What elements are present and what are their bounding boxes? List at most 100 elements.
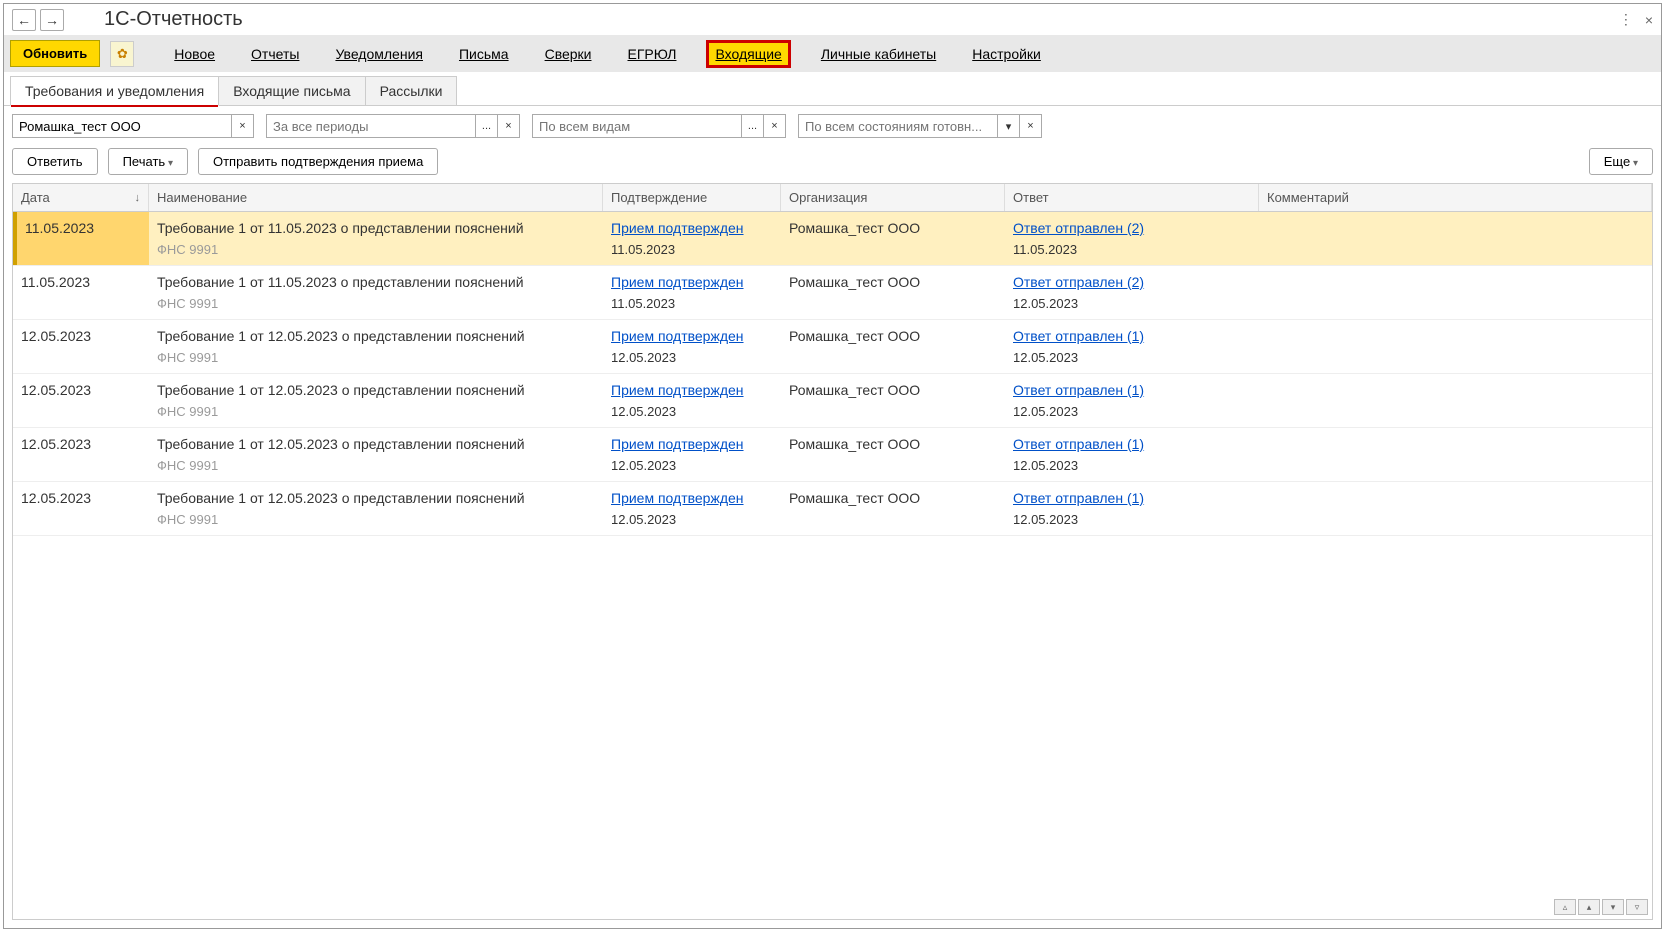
answer-link[interactable]: Ответ отправлен (2) bbox=[1013, 274, 1251, 290]
filter-status: ▾ × bbox=[798, 114, 1042, 138]
tab-incoming-letters[interactable]: Входящие письма bbox=[218, 76, 365, 105]
confirmation-date: 12.05.2023 bbox=[611, 458, 773, 477]
more-button[interactable]: Еще bbox=[1589, 148, 1653, 175]
nav-first-icon[interactable]: ▵ bbox=[1554, 899, 1576, 915]
app-window: ← → 1С-Отчетность ⋮ × Обновить ✿ Новое О… bbox=[3, 3, 1662, 929]
print-button[interactable]: Печать bbox=[108, 148, 188, 175]
title-actions: ⋮ × bbox=[1619, 11, 1653, 28]
menu-new[interactable]: Новое bbox=[168, 43, 221, 65]
answer-date: 12.05.2023 bbox=[1013, 296, 1251, 315]
status-filter-dropdown[interactable]: ▾ bbox=[998, 114, 1020, 138]
kind-filter-more[interactable]: ... bbox=[742, 114, 764, 138]
answer-link[interactable]: Ответ отправлен (2) bbox=[1013, 220, 1251, 236]
period-filter-more[interactable]: ... bbox=[476, 114, 498, 138]
answer-date: 12.05.2023 bbox=[1013, 458, 1251, 477]
table-row[interactable]: 12.05.2023 Требование 1 от 12.05.2023 о … bbox=[13, 482, 1652, 536]
cell-organization: Ромашка_тест ООО bbox=[781, 374, 1005, 427]
answer-date: 12.05.2023 bbox=[1013, 404, 1251, 423]
status-filter-clear[interactable]: × bbox=[1020, 114, 1042, 138]
confirmation-link[interactable]: Прием подтвержден bbox=[611, 220, 773, 236]
status-filter-input[interactable] bbox=[798, 114, 998, 138]
filter-kind: ... × bbox=[532, 114, 786, 138]
kind-filter-clear[interactable]: × bbox=[764, 114, 786, 138]
name-value: Требование 1 от 11.05.2023 о представлен… bbox=[157, 220, 595, 236]
table-row[interactable]: 12.05.2023 Требование 1 от 12.05.2023 о … bbox=[13, 428, 1652, 482]
confirmation-link[interactable]: Прием подтвержден bbox=[611, 382, 773, 398]
table-row[interactable]: 11.05.2023 Требование 1 от 11.05.2023 о … bbox=[13, 266, 1652, 320]
nav-up-icon[interactable]: ▴ bbox=[1578, 899, 1600, 915]
menu-settings[interactable]: Настройки bbox=[966, 43, 1047, 65]
answer-link[interactable]: Ответ отправлен (1) bbox=[1013, 328, 1251, 344]
answer-link[interactable]: Ответ отправлен (1) bbox=[1013, 436, 1251, 452]
cell-answer: Ответ отправлен (1) 12.05.2023 bbox=[1005, 482, 1259, 535]
cell-confirmation: Прием подтвержден 11.05.2023 bbox=[603, 212, 781, 265]
th-date[interactable]: Дата ↓ bbox=[13, 184, 149, 211]
confirmation-link[interactable]: Прием подтвержден bbox=[611, 274, 773, 290]
th-name[interactable]: Наименование bbox=[149, 184, 603, 211]
confirmation-link[interactable]: Прием подтвержден bbox=[611, 328, 773, 344]
period-filter-clear[interactable]: × bbox=[498, 114, 520, 138]
org-value: Ромашка_тест ООО bbox=[789, 436, 997, 452]
menu-reports[interactable]: Отчеты bbox=[245, 43, 305, 65]
cell-comment bbox=[1259, 374, 1652, 427]
th-answer[interactable]: Ответ bbox=[1005, 184, 1259, 211]
menu-incoming[interactable]: Входящие bbox=[706, 40, 790, 68]
reply-button[interactable]: Ответить bbox=[12, 148, 98, 175]
filter-organization: × bbox=[12, 114, 254, 138]
cell-organization: Ромашка_тест ООО bbox=[781, 482, 1005, 535]
th-comment[interactable]: Комментарий bbox=[1259, 184, 1652, 211]
sort-arrow-icon: ↓ bbox=[135, 192, 141, 204]
cell-answer: Ответ отправлен (1) 12.05.2023 bbox=[1005, 320, 1259, 373]
table-row[interactable]: 12.05.2023 Требование 1 от 12.05.2023 о … bbox=[13, 374, 1652, 428]
date-value: 11.05.2023 bbox=[21, 274, 141, 290]
period-filter-input[interactable] bbox=[266, 114, 476, 138]
refresh-button[interactable]: Обновить bbox=[10, 40, 100, 67]
tab-requirements[interactable]: Требования и уведомления bbox=[10, 76, 219, 106]
org-value: Ромашка_тест ООО bbox=[789, 328, 997, 344]
cell-name: Требование 1 от 12.05.2023 о представлен… bbox=[149, 374, 603, 427]
action-buttons-row: Ответить Печать Отправить подтверждения … bbox=[4, 146, 1661, 183]
answer-link[interactable]: Ответ отправлен (1) bbox=[1013, 382, 1251, 398]
menu-cabinets[interactable]: Личные кабинеты bbox=[815, 43, 942, 65]
confirmation-link[interactable]: Прием подтвержден bbox=[611, 490, 773, 506]
table-header: Дата ↓ Наименование Подтверждение Органи… bbox=[13, 184, 1652, 212]
answer-date: 12.05.2023 bbox=[1013, 350, 1251, 369]
nav-down-icon[interactable]: ▾ bbox=[1602, 899, 1624, 915]
cell-name: Требование 1 от 12.05.2023 о представлен… bbox=[149, 320, 603, 373]
settings-gear-icon[interactable]: ✿ bbox=[110, 41, 134, 67]
cell-comment bbox=[1259, 320, 1652, 373]
confirmation-link[interactable]: Прием подтвержден bbox=[611, 436, 773, 452]
org-value: Ромашка_тест ООО bbox=[789, 490, 997, 506]
nav-last-icon[interactable]: ▿ bbox=[1626, 899, 1648, 915]
org-filter-clear[interactable]: × bbox=[232, 114, 254, 138]
filter-period: ... × bbox=[266, 114, 520, 138]
cell-confirmation: Прием подтвержден 12.05.2023 bbox=[603, 428, 781, 481]
answer-link[interactable]: Ответ отправлен (1) bbox=[1013, 490, 1251, 506]
cell-comment bbox=[1259, 212, 1652, 265]
answer-date: 11.05.2023 bbox=[1013, 242, 1251, 261]
nav-forward-button[interactable]: → bbox=[40, 9, 64, 31]
org-value: Ромашка_тест ООО bbox=[789, 274, 997, 290]
kind-filter-input[interactable] bbox=[532, 114, 742, 138]
th-confirmation[interactable]: Подтверждение bbox=[603, 184, 781, 211]
send-receipt-button[interactable]: Отправить подтверждения приема bbox=[198, 148, 438, 175]
table-row[interactable]: 11.05.2023 Требование 1 от 11.05.2023 о … bbox=[13, 212, 1652, 266]
table-row[interactable]: 12.05.2023 Требование 1 от 12.05.2023 о … bbox=[13, 320, 1652, 374]
menu-notifications[interactable]: Уведомления bbox=[329, 43, 429, 65]
menu-checks[interactable]: Сверки bbox=[539, 43, 598, 65]
cell-comment bbox=[1259, 266, 1652, 319]
name-value: Требование 1 от 12.05.2023 о представлен… bbox=[157, 328, 595, 344]
menu-egrul[interactable]: ЕГРЮЛ bbox=[622, 43, 683, 65]
tab-mailings[interactable]: Рассылки bbox=[365, 76, 458, 105]
source-value: ФНС 9991 bbox=[157, 242, 595, 261]
org-filter-input[interactable] bbox=[12, 114, 232, 138]
menu-icon[interactable]: ⋮ bbox=[1619, 11, 1633, 28]
cell-organization: Ромашка_тест ООО bbox=[781, 320, 1005, 373]
th-organization[interactable]: Организация bbox=[781, 184, 1005, 211]
name-value: Требование 1 от 12.05.2023 о представлен… bbox=[157, 382, 595, 398]
org-value: Ромашка_тест ООО bbox=[789, 382, 997, 398]
nav-buttons: ← → bbox=[12, 9, 64, 31]
close-icon[interactable]: × bbox=[1645, 12, 1653, 28]
nav-back-button[interactable]: ← bbox=[12, 9, 36, 31]
menu-letters[interactable]: Письма bbox=[453, 43, 515, 65]
